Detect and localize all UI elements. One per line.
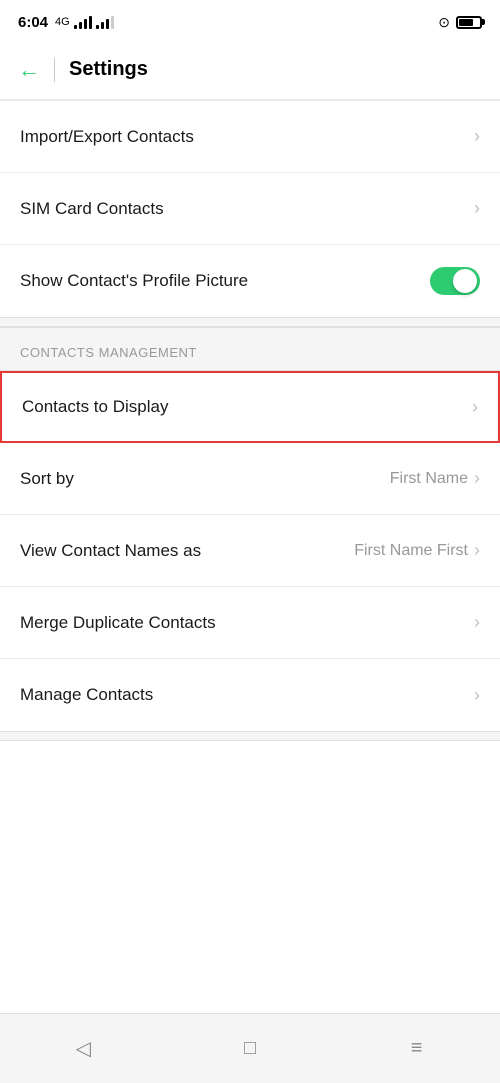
show-profile-item[interactable]: Show Contact's Profile Picture: [0, 245, 500, 317]
import-export-chevron: ›: [474, 126, 480, 147]
sort-by-chevron: ›: [474, 468, 480, 489]
signal-bar2-4: [111, 16, 114, 29]
signal-bar2-2: [101, 22, 104, 29]
sort-by-value: First Name: [390, 470, 468, 488]
nav-menu-icon: ≡: [411, 1037, 423, 1060]
time-display: 6:04: [18, 14, 48, 31]
merge-duplicate-label-container: Merge Duplicate Contacts: [20, 613, 474, 633]
sort-by-right: First Name ›: [390, 468, 480, 489]
signal-bar-2: [79, 22, 82, 29]
nav-back-button[interactable]: ◁: [63, 1029, 103, 1069]
sim-card-item[interactable]: SIM Card Contacts ›: [0, 173, 500, 245]
battery-fill: [459, 19, 473, 26]
toggle-knob: [453, 269, 477, 293]
settings-group-2: Contacts to Display › Sort by First Name…: [0, 371, 500, 731]
show-profile-label: Show Contact's Profile Picture: [20, 271, 430, 291]
import-export-label-container: Import/Export Contacts: [20, 127, 474, 147]
sim-card-chevron: ›: [474, 198, 480, 219]
manage-contacts-label: Manage Contacts: [20, 685, 474, 705]
header: ← Settings: [0, 40, 500, 100]
contacts-management-header: CONTACTS MANAGEMENT: [0, 327, 500, 371]
manage-contacts-item[interactable]: Manage Contacts ›: [0, 659, 500, 731]
profile-picture-toggle[interactable]: [430, 267, 480, 295]
sim-card-label-container: SIM Card Contacts: [20, 199, 474, 219]
sort-by-item[interactable]: Sort by First Name ›: [0, 443, 500, 515]
status-time: 6:04 4G: [18, 14, 114, 31]
import-export-label: Import/Export Contacts: [20, 127, 474, 147]
back-button[interactable]: ←: [18, 57, 40, 83]
view-contact-names-item[interactable]: View Contact Names as First Name First ›: [0, 515, 500, 587]
contacts-to-display-label: Contacts to Display: [22, 397, 472, 417]
battery-icon: [456, 16, 482, 29]
status-bar: 6:04 4G ⊙: [0, 0, 500, 40]
manage-contacts-label-container: Manage Contacts: [20, 685, 474, 705]
signal-4g: 4G: [55, 16, 70, 28]
manage-contacts-chevron: ›: [474, 685, 480, 706]
header-divider: [54, 58, 55, 82]
view-contact-names-right: First Name First ›: [354, 540, 480, 561]
merge-duplicate-right: ›: [474, 612, 480, 633]
contacts-to-display-label-container: Contacts to Display: [22, 397, 472, 417]
merge-duplicate-item[interactable]: Merge Duplicate Contacts ›: [0, 587, 500, 659]
signal-bar-4: [89, 16, 92, 29]
section-header-text: CONTACTS MANAGEMENT: [20, 345, 197, 360]
nav-home-button[interactable]: □: [230, 1029, 270, 1069]
nav-home-icon: □: [244, 1037, 256, 1060]
status-icons: ⊙: [438, 14, 482, 31]
signal-bar-3: [84, 19, 87, 29]
signal-bars-1: [74, 15, 92, 29]
import-export-right: ›: [474, 126, 480, 147]
sort-by-label: Sort by: [20, 469, 390, 489]
manage-contacts-right: ›: [474, 685, 480, 706]
sort-by-label-container: Sort by: [20, 469, 390, 489]
merge-duplicate-label: Merge Duplicate Contacts: [20, 613, 474, 633]
vibrate-icon: ⊙: [438, 14, 450, 31]
view-contact-names-chevron: ›: [474, 540, 480, 561]
contacts-to-display-item[interactable]: Contacts to Display ›: [0, 371, 500, 443]
contacts-to-display-chevron: ›: [472, 397, 478, 418]
signal-bar2-3: [106, 19, 109, 29]
view-contact-names-value: First Name First: [354, 542, 468, 560]
settings-group-1: Import/Export Contacts › SIM Card Contac…: [0, 101, 500, 317]
sim-card-right: ›: [474, 198, 480, 219]
group-separator-1: [0, 317, 500, 327]
group-separator-bottom: [0, 731, 500, 741]
signal-bar-1: [74, 25, 77, 29]
signal-bars-2: [96, 15, 114, 29]
nav-menu-button[interactable]: ≡: [397, 1029, 437, 1069]
page-title: Settings: [69, 58, 148, 81]
nav-back-icon: ◁: [76, 1036, 91, 1061]
signal-bar2-1: [96, 25, 99, 29]
bottom-nav: ◁ □ ≡: [0, 1013, 500, 1083]
contacts-to-display-right: ›: [472, 397, 478, 418]
view-contact-names-label-container: View Contact Names as: [20, 541, 354, 561]
show-profile-right: [430, 267, 480, 295]
sim-card-label: SIM Card Contacts: [20, 199, 474, 219]
import-export-item[interactable]: Import/Export Contacts ›: [0, 101, 500, 173]
view-contact-names-label: View Contact Names as: [20, 541, 354, 561]
merge-duplicate-chevron: ›: [474, 612, 480, 633]
show-profile-label-container: Show Contact's Profile Picture: [20, 271, 430, 291]
